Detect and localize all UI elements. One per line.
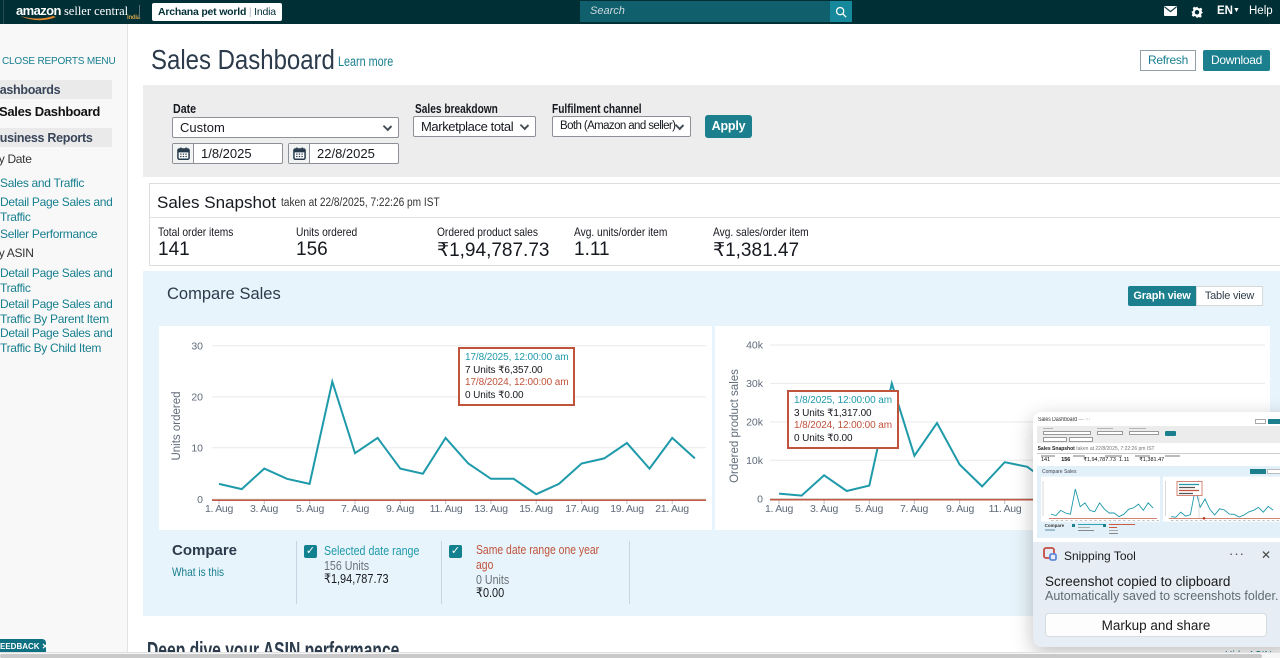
svg-text:21. Aug: 21. Aug [655, 503, 689, 515]
svg-text:0: 0 [757, 494, 763, 506]
svg-text:3. Aug: 3. Aug [810, 503, 838, 515]
svg-text:15. Aug: 15. Aug [519, 503, 553, 515]
svg-text:11. Aug: 11. Aug [989, 503, 1022, 515]
svg-text:19. Aug: 19. Aug [610, 503, 644, 515]
svg-text:7. Aug: 7. Aug [341, 503, 369, 515]
svg-text:5. Aug: 5. Aug [855, 503, 883, 515]
svg-text:9. Aug: 9. Aug [386, 503, 414, 515]
svg-text:30k: 30k [746, 378, 764, 390]
svg-text:11. Aug: 11. Aug [430, 503, 463, 515]
svg-text:40k: 40k [746, 340, 764, 352]
svg-text:9. Aug: 9. Aug [946, 503, 974, 515]
svg-text:1. Aug: 1. Aug [205, 503, 233, 515]
svg-text:0: 0 [197, 494, 203, 506]
svg-text:20k: 20k [746, 417, 764, 429]
svg-text:10k: 10k [746, 455, 764, 467]
svg-text:1. Aug: 1. Aug [765, 503, 793, 515]
svg-text:20: 20 [191, 392, 203, 404]
svg-text:13. Aug: 13. Aug [474, 503, 508, 515]
svg-text:Ordered product sales: Ordered product sales [729, 369, 741, 483]
svg-text:30: 30 [191, 341, 203, 353]
svg-text:3. Aug: 3. Aug [250, 503, 278, 515]
svg-text:17. Aug: 17. Aug [565, 503, 599, 515]
svg-text:Units ordered: Units ordered [171, 391, 183, 460]
svg-text:10: 10 [191, 443, 203, 455]
svg-text:7. Aug: 7. Aug [900, 503, 928, 515]
svg-text:5. Aug: 5. Aug [296, 503, 324, 515]
